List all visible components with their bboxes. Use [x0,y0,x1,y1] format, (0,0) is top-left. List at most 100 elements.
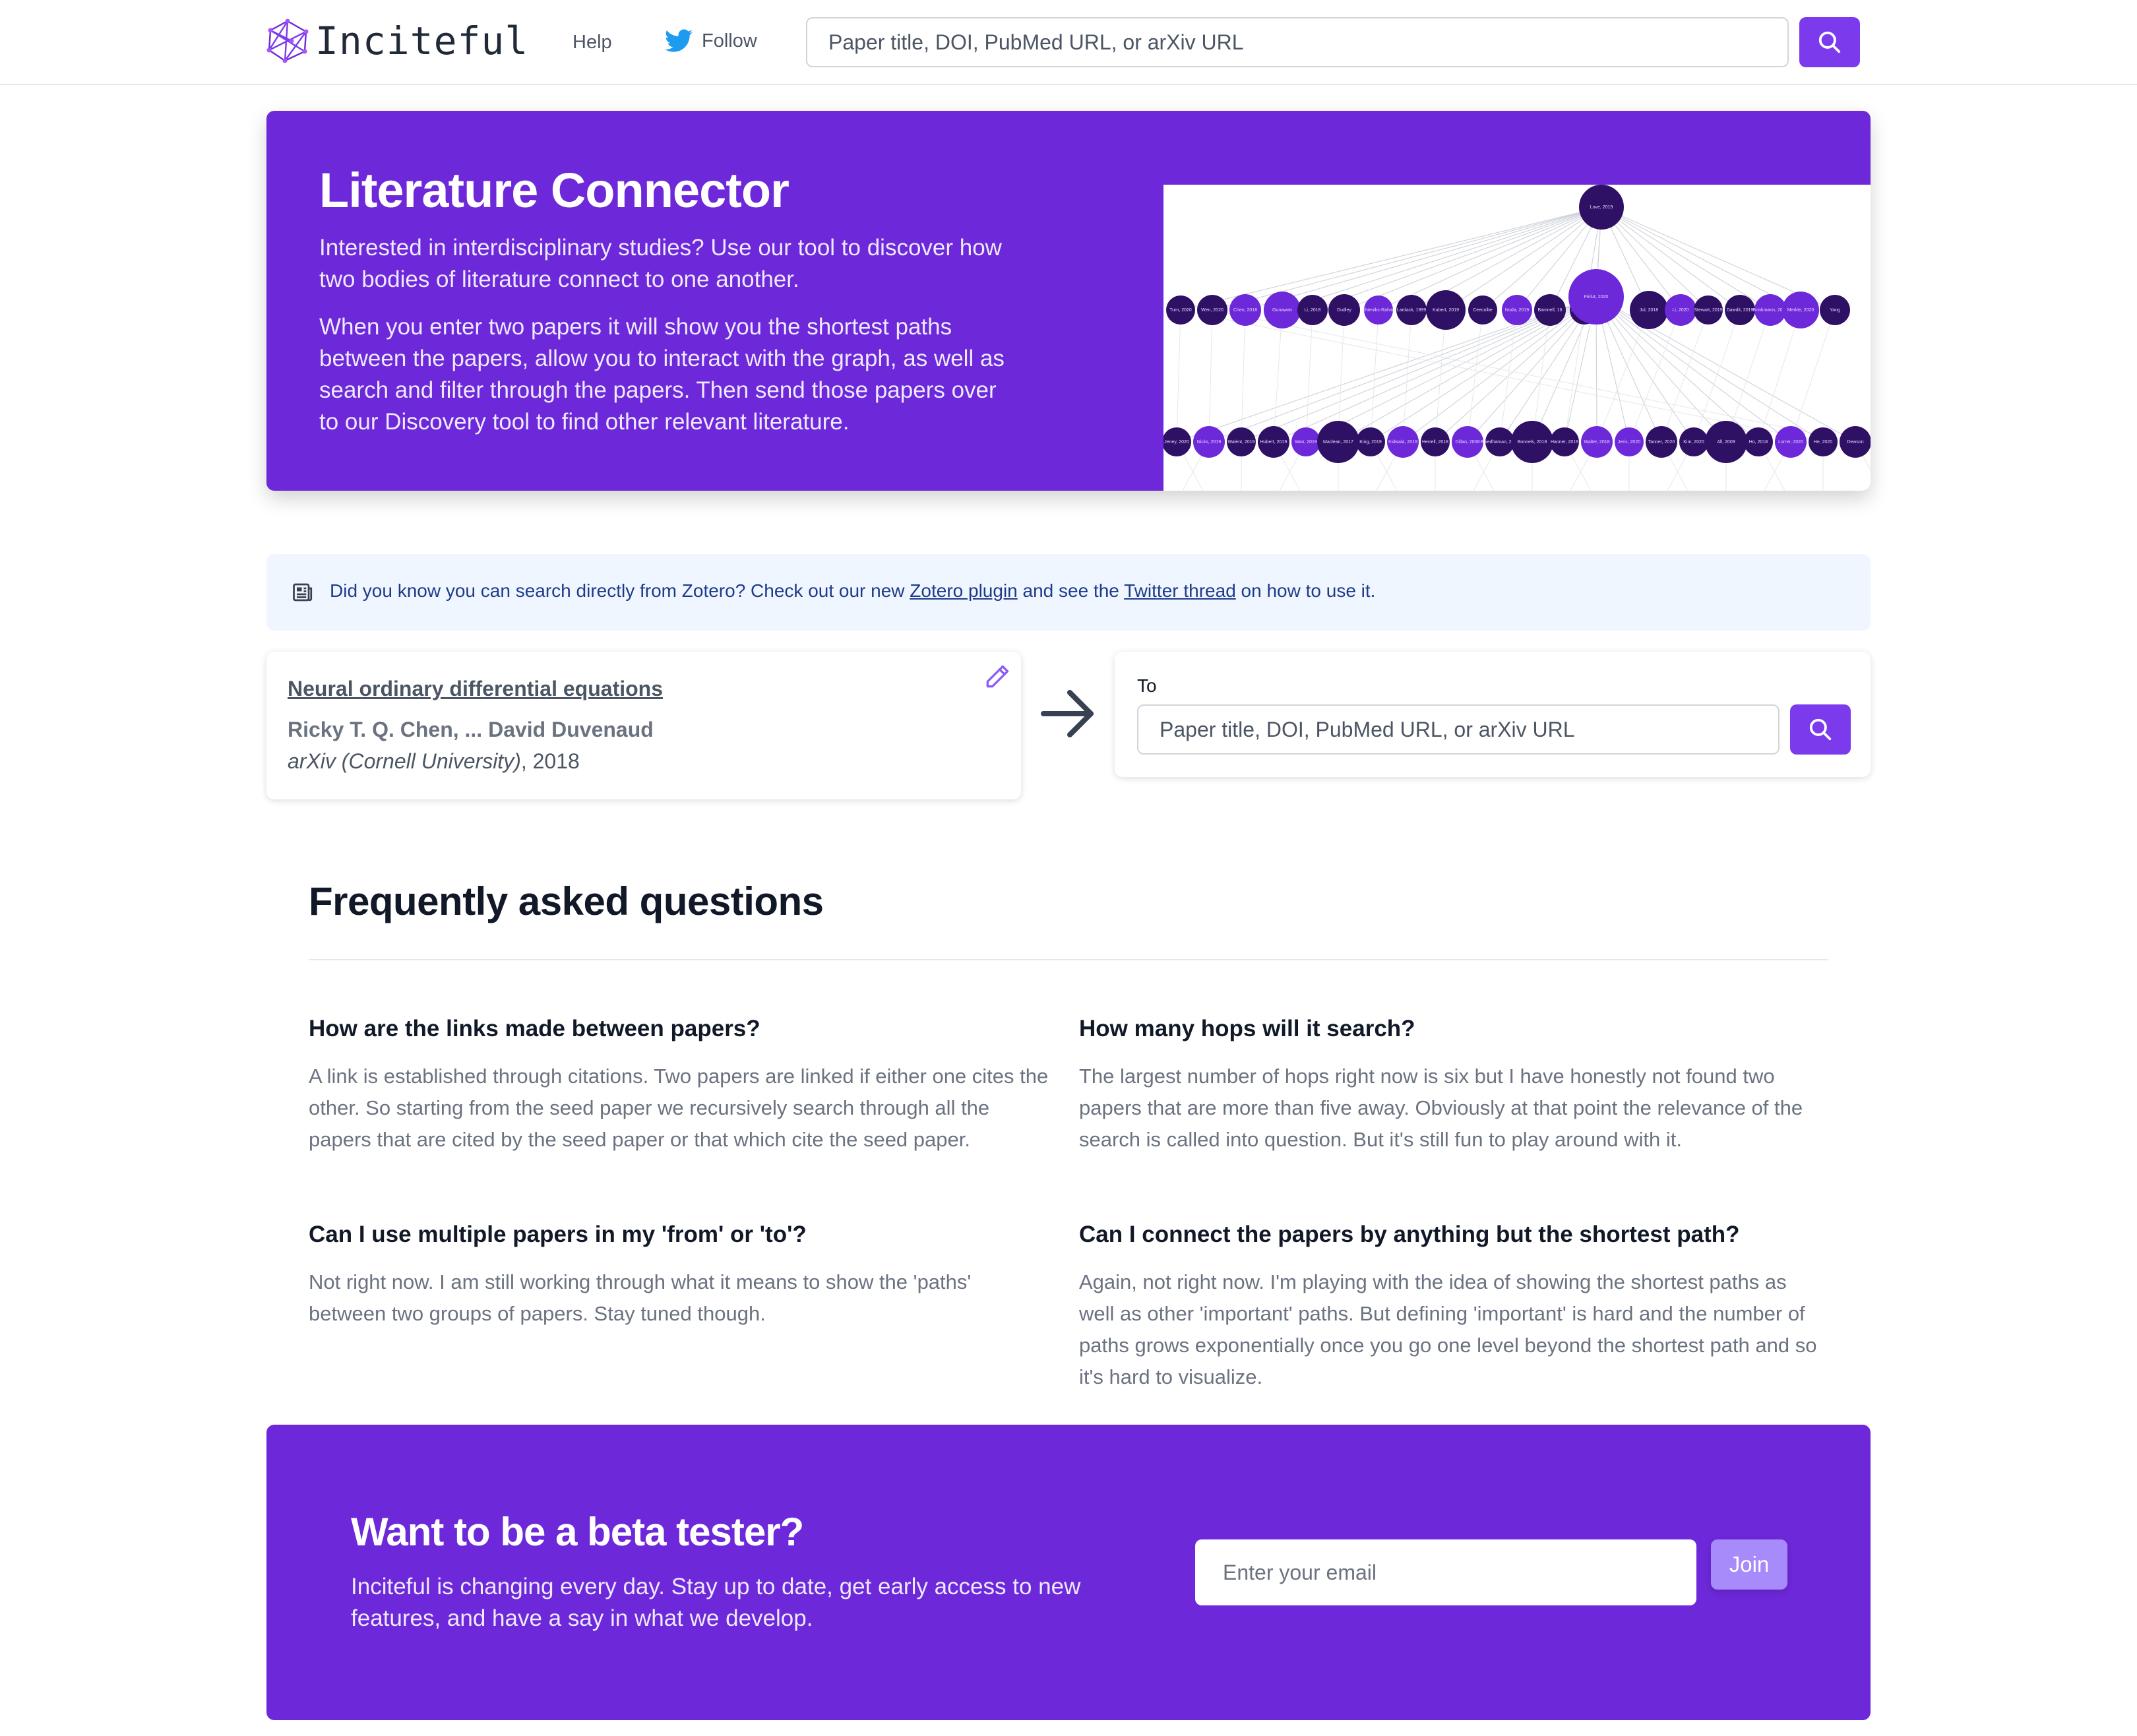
nav-follow-link[interactable]: Follow [665,29,757,53]
graph-node-label: King, 2019 [1359,440,1382,445]
graph-edge [1467,309,1483,443]
graph-node-label: Dawdit, 2019 [1727,308,1754,313]
graph-node-label: Nicks, 2019 [1197,440,1222,445]
graph-node-label: Dillan, 2008 [1456,440,1480,445]
graph-node-label: Maclean, 2017 [1323,440,1353,445]
beta-tester-banner: Want to be a beta tester? Inciteful is c… [266,1425,1871,1720]
graph-node-label: Turn, 2020 [1169,308,1192,313]
graph-node-label: Wen, 2020 [1201,308,1223,313]
graph-node-label: Walent, 2019 [1228,440,1255,445]
alert-message: Did you know you can search directly fro… [330,580,1375,602]
graph-edge [1212,206,1602,311]
beta-email-input[interactable] [1195,1539,1696,1605]
graph-edge [1790,309,1836,443]
graph-edge [1402,309,1412,443]
search-icon [1809,718,1832,741]
header-search-button[interactable] [1799,17,1860,67]
graph-node-label: Jul, 2018 [1640,308,1659,313]
faq-question: Can I use multiple papers in my 'from' o… [309,1222,807,1247]
graph-edge [1241,309,1246,443]
graph-edge [1378,206,1602,311]
graph-node-label: Li, 2020 [1673,308,1689,313]
edit-pencil-icon[interactable] [983,662,1012,691]
graph-node-label: Lorrer, 2020 [1778,440,1803,445]
newspaper-icon [293,583,313,602]
graph-node-label: Lardack, 1999 [1397,308,1426,313]
graph-node-label: Chen, 2018 [1233,308,1257,313]
zotero-plugin-link[interactable]: Zotero plugin [910,580,1017,601]
zotero-info-alert: Did you know you can search directly fro… [266,554,1871,631]
graph-node-label: Bamnell, 16 [1538,308,1563,313]
hero-banner: Literature Connector Interested in inter… [266,111,1871,491]
graph-node-label: Merkle, 2020 [1787,308,1814,313]
from-paper-authors: Ricky T. Q. Chen, ... David Duvenaud [288,718,654,741]
logo-text: Inciteful [315,18,529,63]
graph-node-label: Hanner, 2019 [1551,440,1578,445]
graph-node-label: Noda, 2019 [1505,308,1529,313]
graph-node-label: Yang [1830,308,1840,313]
graph-node-label: Hubert, 2019 [1260,440,1287,445]
beta-title: Want to be a beta tester? [351,1510,804,1554]
graph-node-label: Dudley [1337,308,1351,313]
faq-answer: Not right now. I am still working throug… [309,1270,972,1325]
join-button[interactable]: Join [1711,1539,1787,1590]
faq-question: How many hops will it search? [1079,1016,1415,1041]
graph-edge [1208,309,1213,443]
graph-edge [1435,309,1446,443]
graph-node-label: He, 2020 [1814,440,1833,445]
graph-edge [1661,309,1709,443]
graph-edge [1758,309,1801,443]
from-paper-title-link[interactable]: Neural ordinary differential equations [288,677,663,701]
hero-title: Literature Connector [319,163,790,218]
graph-node-label: Tanner, 2020 [1648,440,1675,445]
nav-help-link[interactable]: Help [573,32,612,53]
graph-edge [1370,309,1379,443]
graph-node-label: Shieniks-Rahari [1362,308,1395,313]
graph-node-label: Gunawan [1272,308,1292,313]
graph-node-top-label: Love, 2019 [1590,205,1613,210]
graph-node-label: Herrell, 2018 [1422,440,1448,445]
to-paper-card: To [1115,652,1871,777]
graph-node-label: Li, 2018 [1305,308,1321,313]
graph-node-label: All, 2009 [1717,440,1735,445]
beta-description: Inciteful is changing every day. Stay up… [351,1574,1081,1631]
graph-node-label: Kidwala, 2019 [1388,440,1417,445]
graph-node-label: Walter, 2018 [1584,440,1609,445]
from-paper-venue: arXiv (Cornell University), 2018 [288,749,580,774]
twitter-icon [665,29,693,52]
top-navbar: Inciteful Help Follow [0,0,2137,85]
graph-node-label: Stewart, 2019 [1694,308,1722,313]
graph-node-hub-label: Finlut, 2020 [1584,295,1609,299]
venue-name: arXiv (Cornell University) [288,749,521,773]
arrow-right-icon [1041,690,1094,737]
graph-edge [1176,309,1181,443]
alert-text-before: Did you know you can search directly fro… [330,580,910,601]
graph-node-label: Ho, 2018 [1749,440,1768,445]
to-search-button[interactable] [1790,704,1851,755]
faq-divider [309,959,1828,960]
hero-graph-preview: Turn, 2020 Wen, 2020 Chen, 2018 Gunawan Li, … [1162,185,1871,491]
graph-node-label: Bonnels, 2018 [1518,440,1547,445]
header-search-input[interactable] [806,17,1789,67]
graph-node-label: Jeris, 2020 [1618,440,1640,445]
graph-node-label: Kubert, 2019 [1433,308,1459,313]
twitter-thread-link[interactable]: Twitter thread [1124,580,1236,601]
follow-label: Follow [702,30,757,51]
logo[interactable]: Inciteful [265,18,528,63]
hero-description-2: When you enter two papers it will show y… [319,314,1005,435]
graph-edge [1601,206,1771,311]
graph-node-label: Ceecolbe [1473,308,1493,313]
graph-node-label: Wan, 2019 [1295,440,1317,445]
alert-text-middle: and see the [1017,580,1125,601]
from-paper-card: Neural ordinary differential equations R… [266,652,1021,799]
graph-edge [1344,206,1602,311]
search-icon [1818,31,1841,53]
to-label: To [1137,675,1157,696]
faq-answer: A link is established through citations.… [309,1065,1049,1151]
hero-description-1: Interested in interdisciplinary studies?… [319,235,1002,292]
alert-text-after: on how to use it. [1235,580,1376,601]
faq-answer: Again, not right now. I'm playing with t… [1079,1270,1817,1388]
faq-answer: The largest number of hops right now is … [1079,1065,1803,1151]
faq-title: Frequently asked questions [309,879,824,923]
to-paper-input[interactable] [1137,704,1780,755]
